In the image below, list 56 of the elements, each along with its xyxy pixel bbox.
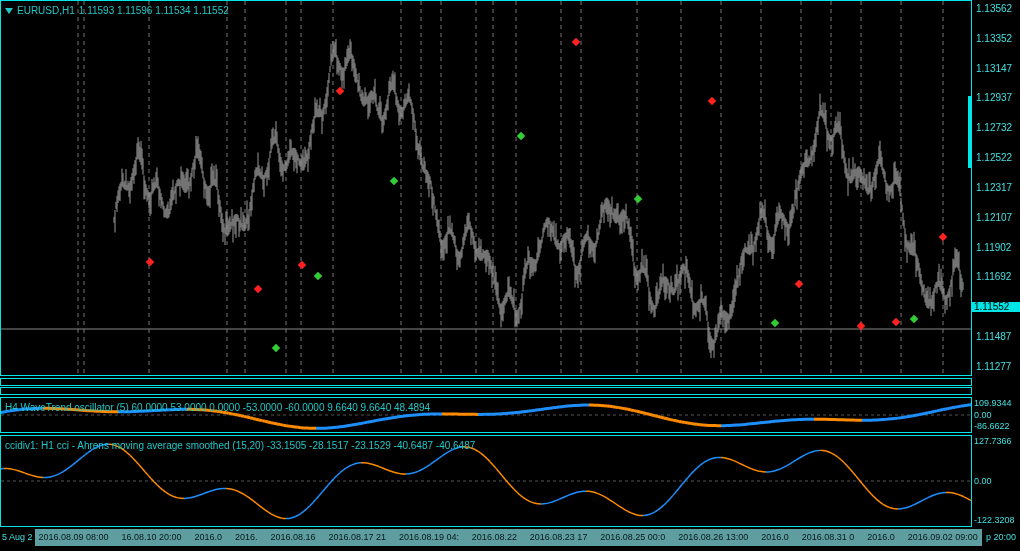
axis-label: 127.7366 [974, 437, 1013, 446]
price-label: 1.13147 [975, 63, 1014, 74]
axis-label: 0.00 [974, 410, 993, 420]
time-label: p 20:00 [984, 533, 1017, 542]
buy-signal-marker [770, 318, 780, 328]
time-label: 2016. [234, 533, 258, 542]
time-label: 2016.08.17 21 [328, 533, 386, 542]
price-label: 1.11487 [975, 332, 1013, 343]
buy-signal-marker [909, 314, 919, 324]
sell-signal-marker [794, 279, 804, 289]
price-label: 1.11277 [975, 361, 1013, 372]
sell-signal-marker [297, 260, 307, 270]
price-label: 1.12107 [975, 212, 1014, 223]
sell-signal-marker [707, 96, 717, 106]
axis-label: -122.3208 [974, 516, 1016, 525]
price-label: 1.12317 [975, 182, 1014, 193]
time-label: 2016.08.19 04: [398, 533, 459, 542]
axis-label: 109.9344 [974, 399, 1013, 408]
time-label: 2016.08.26 13:00 [678, 533, 749, 542]
price-label: 1.11692 [975, 272, 1013, 283]
sell-signal-marker [335, 86, 345, 96]
ohlc-values: 1.11593 1.11596 1.11534 1.11552 [78, 4, 229, 18]
time-label: 2016.08.16 [270, 533, 316, 542]
price-label: 1.13352 [975, 33, 1014, 44]
price-label: 1.11902 [975, 242, 1013, 253]
sell-signal-marker [571, 37, 581, 47]
dropdown-triangle-icon[interactable] [5, 7, 13, 14]
sell-signal-marker [145, 257, 155, 267]
buy-signal-marker [633, 194, 643, 204]
time-label: 2016.08.09 08:00 [38, 533, 109, 542]
time-label: 2016.08.23 17 [529, 533, 588, 542]
time-label: 2016.08.22 [471, 533, 517, 542]
sell-signal-marker [938, 232, 948, 242]
price-label: 1.12522 [975, 153, 1014, 164]
axis-label: 0.00 [974, 476, 993, 486]
buy-signal-marker [516, 131, 526, 141]
time-label: 2016.08.31 0 [801, 533, 855, 542]
symbol-title: EURUSD,H1 [17, 4, 75, 18]
sell-signal-marker [891, 317, 901, 327]
axis-label: -86.6622 [974, 422, 1011, 431]
time-label: 16.08.10 20:00 [121, 533, 182, 542]
time-label: 2016.09.02 09:00 [907, 533, 978, 542]
time-label: 2016.08.25 00:0 [600, 533, 666, 542]
time-label: 2016.0 [194, 533, 223, 542]
price-label: 1.12732 [975, 123, 1014, 134]
buy-signal-marker [271, 343, 281, 353]
price-label: 1.13562 [975, 4, 1014, 14]
current-price-label: 1.11552 [972, 302, 1020, 313]
buy-signal-marker [313, 271, 323, 281]
time-label: 2016.0 [761, 533, 789, 542]
time-label: 5 Aug 2 [1, 533, 34, 542]
price-label: 1.12937 [975, 93, 1014, 104]
sell-signal-marker [253, 284, 263, 294]
buy-signal-marker [389, 176, 399, 186]
time-label: 2016.0 [867, 533, 895, 542]
sell-signal-marker [856, 321, 866, 331]
